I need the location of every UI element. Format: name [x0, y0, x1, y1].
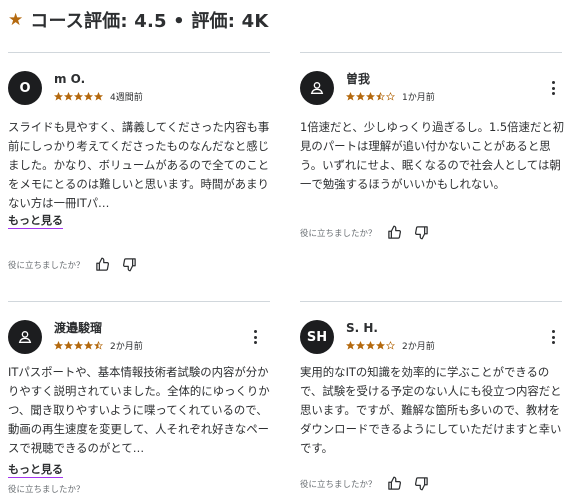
- helpful-question: 役に立ちましたか？: [8, 485, 85, 495]
- star-icon: [356, 340, 365, 350]
- reviewer-name: 渡邉駿瑠: [54, 321, 103, 335]
- helpful-question: 役に立ちましたか？: [300, 479, 377, 490]
- star-icon: [94, 91, 103, 101]
- review-text: 1倍速だと、少しゆっくり過ぎるし。1.5倍速だと初見のパートは理解が追い付かない…: [300, 120, 565, 191]
- review-card: 渡邉駿瑠 2か月前 ITパスポートや、基本情報技術者試験の内容が分かりやすく説明…: [8, 301, 270, 500]
- thumbs-down-icon[interactable]: [414, 225, 429, 240]
- reviewer-name: m O.: [54, 72, 86, 86]
- review-time: 1か月前: [402, 92, 435, 103]
- star-icon: [64, 91, 73, 101]
- avatar: SH: [300, 320, 334, 354]
- star-icon: [74, 91, 83, 101]
- review-time: 4週間前: [110, 92, 143, 103]
- star-icon: [54, 340, 63, 350]
- star-icon: [74, 340, 83, 350]
- star-icon: [346, 340, 355, 350]
- review-text: ITパスポートや、基本情報技術者試験の内容が分かりやすく説明されていました。全体…: [8, 365, 270, 455]
- star-rating: [54, 91, 104, 101]
- star-rating: [346, 340, 396, 350]
- helpful-question: 役に立ちましたか？: [300, 228, 377, 239]
- more-options-icon[interactable]: [250, 330, 260, 344]
- show-more-link[interactable]: もっと見る: [8, 214, 63, 229]
- thumbs-up-icon[interactable]: [387, 225, 402, 240]
- review-card: O m O. 4週間前 スライドも見やすく、講義してくださった内容も事前にしっか…: [8, 52, 270, 282]
- star-rating: [54, 340, 104, 350]
- review-time: 2か月前: [402, 341, 435, 352]
- review-text: 実用的なITの知識を効率的に学ぶことができるので、試験を受ける予定のない人にも役…: [300, 365, 562, 455]
- more-options-icon[interactable]: [548, 330, 558, 344]
- course-rating-header: ★ コース評価: 4.5 • 評価: 4K: [8, 6, 268, 34]
- star-icon: [94, 340, 103, 350]
- star-rating: [346, 91, 396, 101]
- avatar: O: [8, 71, 42, 105]
- reviewer-name: S. H.: [346, 321, 378, 335]
- star-icon: [386, 91, 395, 101]
- review-card: 曽我 1か月前 1倍速だと、少しゆっくり過ぎるし。1.5倍速だと初見のパートは理…: [300, 52, 565, 282]
- star-icon: [366, 91, 375, 101]
- helpful-question: 役に立ちましたか？: [8, 260, 85, 271]
- more-options-icon[interactable]: [548, 81, 558, 95]
- star-icon: ★: [8, 9, 24, 30]
- star-icon: [84, 340, 93, 350]
- person-icon: [8, 320, 42, 354]
- thumbs-down-icon[interactable]: [414, 476, 429, 491]
- star-icon: [54, 91, 63, 101]
- star-icon: [356, 91, 365, 101]
- star-icon: [376, 340, 385, 350]
- star-icon: [84, 91, 93, 101]
- review-time: 2か月前: [110, 341, 143, 352]
- show-more-link[interactable]: もっと見る: [8, 463, 63, 478]
- star-icon: [386, 340, 395, 350]
- thumbs-up-icon[interactable]: [387, 476, 402, 491]
- reviewer-name: 曽我: [346, 72, 371, 86]
- star-icon: [366, 340, 375, 350]
- star-icon: [376, 91, 385, 101]
- person-icon: [300, 71, 334, 105]
- thumbs-down-icon[interactable]: [122, 257, 137, 272]
- review-card: SH S. H. 2か月前 実用的なITの知識を効率的に学ぶことができるので、試…: [300, 301, 562, 500]
- review-text: スライドも見やすく、講義してくださった内容も事前にしっかり考えてくださったものな…: [8, 120, 270, 210]
- course-rating-title: コース評価: 4.5 • 評価: 4K: [30, 11, 269, 32]
- star-icon: [64, 340, 73, 350]
- thumbs-up-icon[interactable]: [95, 257, 110, 272]
- star-icon: [346, 91, 355, 101]
